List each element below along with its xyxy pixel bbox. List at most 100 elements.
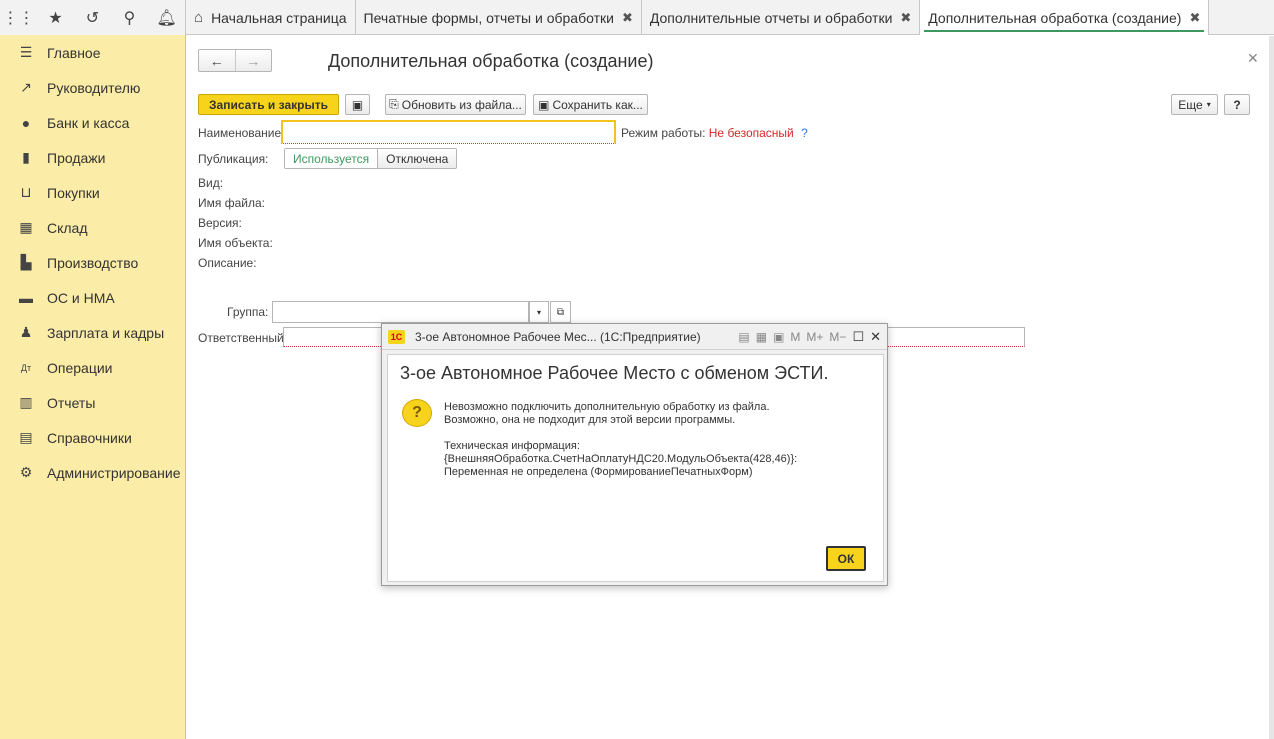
mode-value[interactable]: Не безопасный	[709, 126, 794, 140]
sidebar-item-operations[interactable]: Дт Операции	[0, 350, 185, 385]
responsible-label: Ответственный:	[198, 331, 288, 345]
memory-m-button[interactable]: M	[790, 330, 800, 344]
group-dropdown-chevron-icon[interactable]: ▾	[529, 301, 549, 323]
sidebar-item-label: Справочники	[47, 429, 132, 446]
truck-icon: ▬	[19, 289, 33, 306]
history-icon[interactable]: ↺	[74, 0, 111, 35]
update-file-icon: ⎘	[389, 97, 399, 111]
maximize-icon[interactable]: ☐	[852, 329, 864, 345]
filename-label: Имя файла:	[198, 196, 265, 210]
sidebar-item-label: ОС и НМА	[47, 289, 115, 306]
calendar-icon[interactable]: ▣	[773, 330, 784, 344]
save-and-close-button[interactable]: Записать и закрыть	[198, 94, 339, 115]
sidebar-item-main[interactable]: ☰ Главное	[0, 35, 185, 70]
question-icon: ?	[402, 399, 432, 427]
top-bar: ⋮⋮ ★ ↺ ⚲ 🔔︎ ⌂ Начальная страница Печатны…	[0, 0, 1274, 35]
kind-label: Вид:	[198, 176, 224, 190]
dialog-tools: ▤ ▦ ▣ M M+ M− ☐ ✕	[738, 329, 887, 345]
trend-icon: ↗	[20, 79, 32, 95]
right-edge-scrollbar[interactable]	[1269, 36, 1274, 739]
sidebar-item-purchases[interactable]: ⊔ Покупки	[0, 175, 185, 210]
more-button[interactable]: Еще ▾	[1171, 94, 1218, 115]
sidebar-item-label: Руководителю	[47, 79, 141, 96]
tech-info-line: Переменная не определена (ФормированиеПе…	[444, 466, 753, 478]
close-icon[interactable]: ✕	[1247, 50, 1259, 67]
search-icon[interactable]: ⚲	[111, 0, 148, 35]
sidebar-item-label: Отчеты	[47, 394, 96, 411]
menu-lines-icon: ☰	[19, 44, 33, 60]
help-button[interactable]: ?	[1224, 94, 1250, 115]
button-label: Обновить из файла...	[401, 97, 522, 112]
dt-kt-icon: Дт	[20, 362, 32, 373]
save-as-button[interactable]: ▣ Сохранить как...	[533, 94, 648, 115]
calculator-icon[interactable]: ▦	[756, 330, 767, 344]
sidebar-item-bank[interactable]: ● Банк и касса	[0, 105, 185, 140]
sidebar-item-label: Главное	[47, 44, 101, 61]
message-line: Невозможно подключить дополнительную обр…	[444, 401, 770, 413]
tab-additional-processing[interactable]: Дополнительная обработка (создание) ✖	[920, 0, 1210, 35]
tab-label: Начальная страница	[211, 9, 347, 26]
close-icon[interactable]: ✖	[622, 10, 633, 26]
publication-off-option[interactable]: Отключена	[378, 149, 457, 168]
close-icon[interactable]: ✕	[870, 329, 881, 345]
sidebar-item-manager[interactable]: ↗ Руководителю	[0, 70, 185, 105]
sidebar-item-label: Администрирование	[47, 464, 181, 481]
close-icon[interactable]: ✖	[900, 10, 911, 26]
update-from-file-button[interactable]: ⎘ Обновить из файла...	[385, 94, 526, 115]
sidebar-item-salary[interactable]: ♟ Зарплата и кадры	[0, 315, 185, 350]
save-disk-icon[interactable]: ▣	[345, 94, 370, 115]
back-arrow-icon[interactable]: ←	[199, 50, 235, 71]
name-input[interactable]	[281, 120, 616, 144]
tech-info-line: {ВнешняяОбработка.СчетНаОплатуНДС20.Моду…	[444, 453, 798, 465]
description-label: Описание:	[198, 256, 257, 270]
sidebar-item-admin[interactable]: ⚙ Администрирование	[0, 455, 185, 490]
apps-grid-icon[interactable]: ⋮⋮	[0, 0, 37, 35]
memory-plus-button[interactable]: M+	[806, 330, 823, 344]
sidebar-item-label: Покупки	[47, 184, 100, 201]
mode-help-link[interactable]: ?	[801, 126, 808, 140]
page-title: Дополнительная обработка (создание)	[328, 51, 654, 71]
tab-home[interactable]: ⌂ Начальная страница	[186, 0, 356, 35]
group-label: Группа:	[227, 305, 269, 319]
tab-additional-reports[interactable]: Дополнительные отчеты и обработки ✖	[642, 0, 921, 35]
sidebar-item-label: Зарплата и кадры	[47, 324, 165, 341]
print-icon[interactable]: ▤	[738, 330, 749, 344]
1c-logo-icon: 1С	[388, 329, 405, 344]
tab-label: Печатные формы, отчеты и обработки	[363, 9, 614, 26]
version-label: Версия:	[198, 216, 242, 230]
sidebar-item-label: Банк и касса	[47, 114, 130, 131]
factory-icon: ▙	[20, 254, 32, 270]
sidebar-item-label: Склад	[47, 219, 88, 236]
books-icon: ▤	[19, 429, 33, 445]
name-label: Наименование:	[198, 126, 285, 140]
button-label: Сохранить как...	[552, 97, 643, 112]
sidebar-item-sales[interactable]: ▮ Продажи	[0, 140, 185, 175]
dialog-body: 3-ое Автономное Рабочее Место с обменом …	[387, 354, 884, 582]
memory-minus-button[interactable]: M−	[829, 330, 846, 344]
tab-print-forms[interactable]: Печатные формы, отчеты и обработки ✖	[356, 0, 642, 35]
save-as-icon: ▣	[538, 97, 550, 112]
group-input[interactable]	[272, 301, 529, 323]
ok-button[interactable]: ОК	[826, 546, 866, 571]
publication-on-option[interactable]: Используется	[285, 149, 379, 168]
publication-label: Публикация:	[198, 152, 269, 166]
error-dialog: 1С 3-ое Автономное Рабочее Мес... (1С:Пр…	[381, 323, 888, 586]
sidebar-item-assets[interactable]: ▬ ОС и НМА	[0, 280, 185, 315]
sidebar-item-reports[interactable]: ▥ Отчеты	[0, 385, 185, 420]
sidebar-item-warehouse[interactable]: ▦ Склад	[0, 210, 185, 245]
history-nav: ← →	[198, 49, 272, 72]
group-open-icon[interactable]: ⧉	[550, 301, 571, 323]
sidebar-item-label: Производство	[47, 254, 139, 271]
dialog-message: Невозможно подключить дополнительную обр…	[444, 401, 797, 479]
forward-arrow-icon[interactable]: →	[234, 50, 272, 71]
bell-icon[interactable]: 🔔︎	[148, 0, 185, 35]
shopping-bag-icon: ▮	[22, 149, 30, 165]
sidebar-item-production[interactable]: ▙ Производство	[0, 245, 185, 280]
sidebar-item-catalogs[interactable]: ▤ Справочники	[0, 420, 185, 455]
sidebar: ☰ Главное ↗ Руководителю ● Банк и касса ▮ Пр…	[0, 35, 186, 739]
person-icon: ♟	[19, 324, 33, 340]
close-icon[interactable]: ✖	[1189, 10, 1200, 26]
dialog-title-bar: 1С 3-ое Автономное Рабочее Мес... (1С:Пр…	[382, 324, 887, 350]
favorites-star-icon[interactable]: ★	[37, 0, 74, 35]
